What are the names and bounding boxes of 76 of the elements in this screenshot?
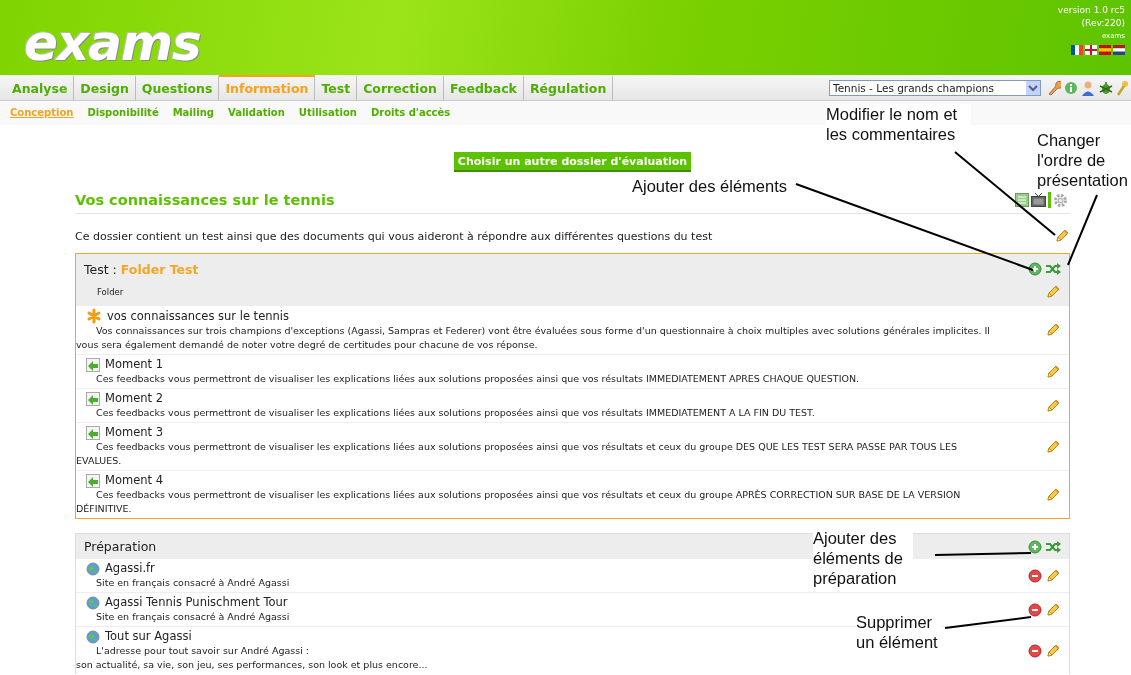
pencil-icon[interactable] (1045, 567, 1061, 584)
info-icon[interactable] (1064, 80, 1078, 95)
add-icon[interactable] (1028, 261, 1042, 276)
item-description: Ces feedbacks vous permettront de visualiser les explications liées aux solutions proposées ainsi que vos résultats et ceux du groupe APRÈS CORRECTION SUR BASE DE LA VERSION DÉFINITIVE. (76, 488, 962, 516)
flag-icon[interactable] (1085, 45, 1097, 55)
divider-bar-icon (1048, 192, 1051, 208)
sub-tab[interactable]: Droits d'accès (370, 107, 451, 125)
section-label: Test : (84, 262, 117, 277)
nav-tab[interactable]: Design (74, 75, 136, 100)
item-title[interactable]: Tout sur Agassi (105, 629, 192, 644)
item-description: Ces feedbacks vous permettront de visualiser les explications liées aux solutions proposées ainsi que vos résultats et ceux du groupe DES QUE LES TEST SERA PASSE PAR TOUS LES EVALUES. (76, 440, 958, 468)
item-title[interactable]: vos connaissances sur le tennis (107, 308, 289, 324)
nav-tab[interactable]: Test (315, 75, 358, 100)
delete-icon[interactable] (1028, 568, 1042, 583)
wrench-icon[interactable] (1047, 79, 1061, 96)
dossier-description: Ce dossier contient un test ainsi que des documents qui vous aideront à répondre aux différentes questions du test (75, 229, 713, 243)
item-description: Vos connaissances sur trois champions d'exceptions (Agassi, Sampras et Federer) vont être évaluées sous forme d'un questionnaire à choix multiples avec solutions générales implicites. Il vous sera également demandé de noter votre degré de certitudes pour chacune de vos réponse. (76, 324, 991, 352)
leader-line (1067, 194, 1098, 266)
item-title[interactable]: Moment 1 (105, 357, 163, 372)
logo: exams (24, 14, 201, 72)
back-arrow-icon (86, 391, 100, 406)
delete-icon[interactable] (1028, 602, 1042, 617)
globe-icon (86, 629, 100, 644)
sub-tab[interactable]: Utilisation (298, 107, 357, 125)
dossier-title: Vos connaissances sur le tennis (75, 192, 335, 208)
pencil-icon[interactable] (1045, 438, 1061, 455)
pencil-icon[interactable] (1045, 397, 1061, 414)
test-name: Folder Test (120, 262, 199, 277)
flag-icon[interactable] (1099, 45, 1111, 55)
dossier-dropdown[interactable]: Tennis - Les grands champions (829, 79, 1041, 96)
tv-icon[interactable] (1031, 193, 1046, 207)
back-arrow-icon (86, 425, 100, 440)
delete-icon[interactable] (1028, 643, 1042, 658)
globe-icon (86, 595, 100, 610)
folder-type: Folder (97, 287, 124, 297)
flag-icon[interactable] (1113, 45, 1125, 55)
item-description: Ces feedbacks vous permettront de visualiser les explications liées aux solutions proposées ainsi que vos résultats IMMEDIATEMENT APRES CHAQUE QUESTION. (95, 372, 860, 386)
item-title[interactable]: Moment 2 (105, 391, 163, 406)
bug-icon[interactable] (1098, 79, 1114, 96)
item-title[interactable]: Moment 4 (105, 473, 163, 488)
pencil-icon[interactable] (1045, 642, 1061, 659)
item-title[interactable]: Agassi.fr (105, 561, 155, 576)
item-description: Site en français consacré à André Agassi (95, 610, 290, 624)
sub-tab[interactable]: Conception (10, 107, 74, 125)
nav-tab[interactable]: Feedback (443, 75, 524, 100)
flag-icon[interactable] (1071, 45, 1083, 55)
revision-text: (Rev:220) (1081, 17, 1125, 30)
nav-tab[interactable]: Régulation (523, 75, 614, 100)
back-arrow-icon (86, 473, 100, 488)
section-title: Préparation (84, 539, 157, 554)
item-description: L'adresse pour tout savoir sur André Agassi : son actualité, sa vie, son jeu, ses performances, son look et plus encore... (76, 644, 428, 672)
nav-tab[interactable]: Questions (135, 75, 220, 100)
item-title[interactable]: Moment 3 (105, 425, 163, 440)
sub-tab[interactable]: Validation (227, 107, 285, 125)
pencil-icon[interactable] (1045, 601, 1061, 618)
sub-tab[interactable]: Disponibilité (87, 107, 159, 125)
nav-tab[interactable]: Analyse (6, 75, 75, 100)
choose-dossier-button[interactable]: Choisir un autre dossier d'évaluation (453, 152, 692, 172)
nav-tab[interactable]: Correction (357, 75, 444, 100)
sub-tab[interactable]: Mailing (172, 107, 214, 125)
add-icon[interactable] (1028, 539, 1042, 554)
pencil-icon[interactable] (1045, 363, 1061, 380)
pencil-icon[interactable] (1054, 228, 1070, 244)
asterisk-icon (86, 308, 102, 324)
pencil-icon[interactable] (1045, 284, 1061, 300)
globe-icon (86, 561, 100, 576)
item-description: Ces feedbacks vous permettront de visualiser les explications liées aux solutions proposées ainsi que vos résultats IMMEDIATEMENT A LA FIN DU TEST. (95, 406, 815, 420)
item-title[interactable]: Agassi Tennis Punischment Tour (105, 595, 288, 610)
pencil-icon[interactable] (1045, 322, 1061, 338)
pencil-icon[interactable] (1045, 486, 1061, 503)
grid-icon[interactable] (1015, 193, 1029, 207)
user-icon[interactable] (1081, 79, 1095, 96)
gear-icon[interactable] (1053, 192, 1068, 208)
version-text: version 1.0 rc5 (1057, 4, 1125, 17)
item-description: Site en français consacré à André Agassi (95, 576, 290, 590)
back-arrow-icon (86, 357, 100, 372)
